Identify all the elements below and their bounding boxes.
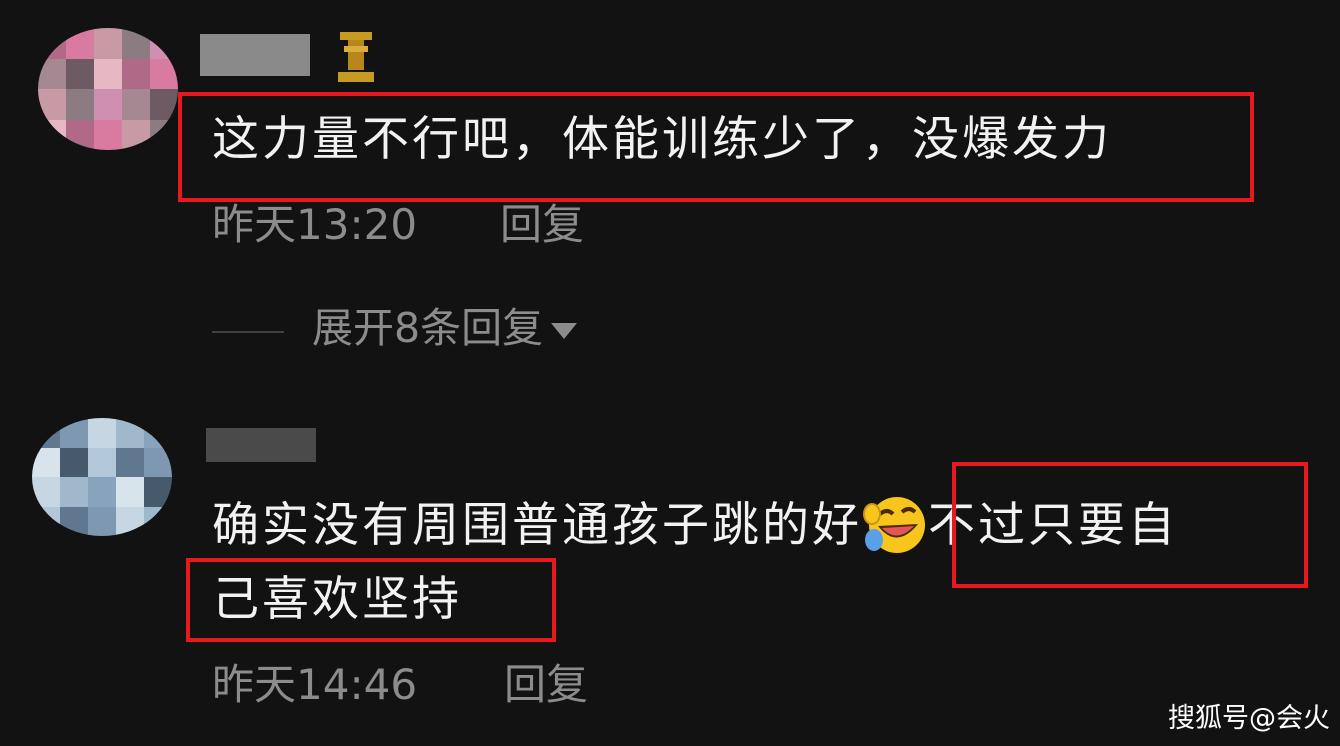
avatar[interactable] — [38, 28, 178, 150]
username-blurred[interactable] — [200, 34, 310, 76]
comment-text-line1: 确实没有周围普通孩子跳的好 不过只要自 — [212, 492, 1178, 558]
expand-replies-label: 展开8条回复 — [312, 304, 544, 352]
badge-icon — [338, 32, 374, 82]
username-blurred[interactable] — [206, 428, 316, 462]
comment-text: 这力量不行吧，体能训练少了，没爆发力 — [212, 112, 1112, 167]
comment-text-segment: 不过只要自 — [928, 497, 1178, 553]
expand-replies-button[interactable]: 展开8条回复 — [312, 304, 578, 352]
avatar[interactable] — [32, 418, 172, 536]
watermark: 搜狐号@会火 — [1168, 703, 1330, 734]
comment-text-segment: 确实没有周围普通孩子跳的好 — [212, 497, 862, 553]
triangle-down-icon — [551, 322, 578, 339]
comment-time: 昨天13:20 — [212, 200, 418, 249]
divider — [212, 331, 284, 333]
reply-button[interactable]: 回复 — [504, 664, 588, 706]
rolling-on-floor-laughing-icon — [863, 497, 925, 553]
comment-text-line2: 己喜欢坚持 — [212, 572, 462, 627]
reply-button[interactable]: 回复 — [500, 204, 584, 246]
comment-time: 昨天14:46 — [212, 660, 418, 709]
